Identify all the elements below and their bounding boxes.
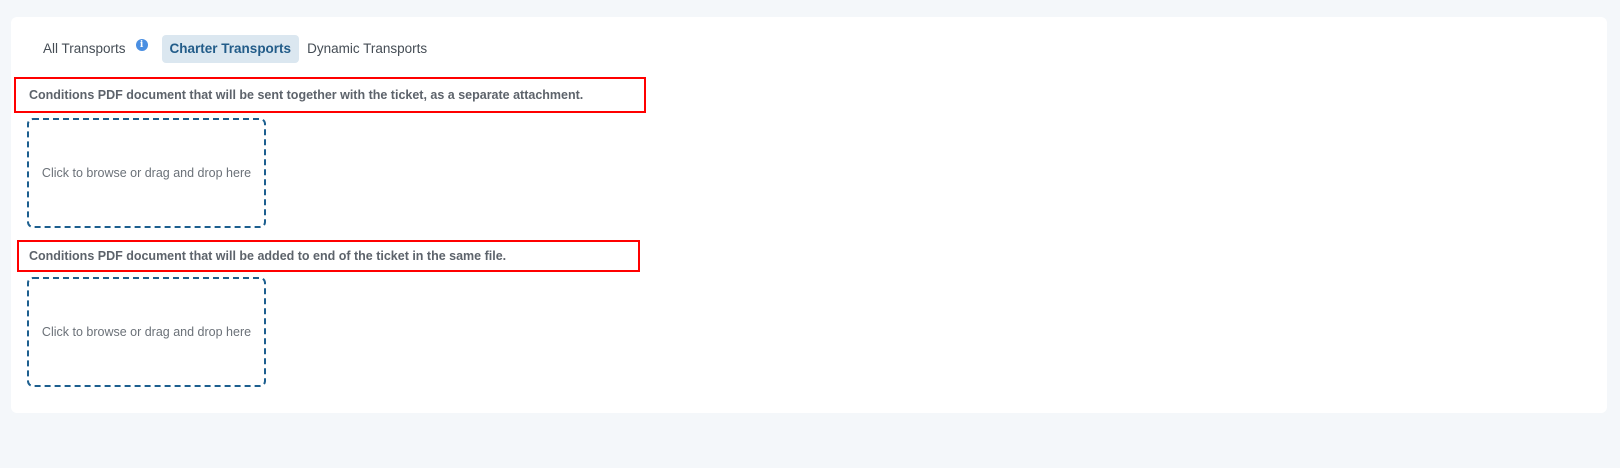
tab-dynamic-transports[interactable]: Dynamic Transports — [299, 35, 435, 63]
separate-attachment-label-box: Conditions PDF document that will be sen… — [14, 77, 646, 113]
same-file-dropzone[interactable]: Click to browse or drag and drop here — [27, 277, 266, 387]
upload-card: All Transports i Charter Transports Dyna… — [11, 17, 1607, 413]
tab-charter-transports[interactable]: Charter Transports — [161, 34, 300, 63]
transport-tabs: All Transports i Charter Transports Dyna… — [35, 34, 435, 63]
same-file-label-box: Conditions PDF document that will be add… — [17, 240, 640, 272]
tab-all-transports[interactable]: All Transports — [35, 35, 134, 63]
separate-attachment-dropzone[interactable]: Click to browse or drag and drop here — [27, 118, 266, 228]
dropzone-text: Click to browse or drag and drop here — [41, 166, 252, 180]
dropzone-text: Click to browse or drag and drop here — [41, 325, 252, 339]
separate-attachment-label: Conditions PDF document that will be sen… — [29, 88, 584, 102]
info-icon[interactable]: i — [135, 38, 148, 51]
same-file-label: Conditions PDF document that will be add… — [29, 249, 507, 263]
